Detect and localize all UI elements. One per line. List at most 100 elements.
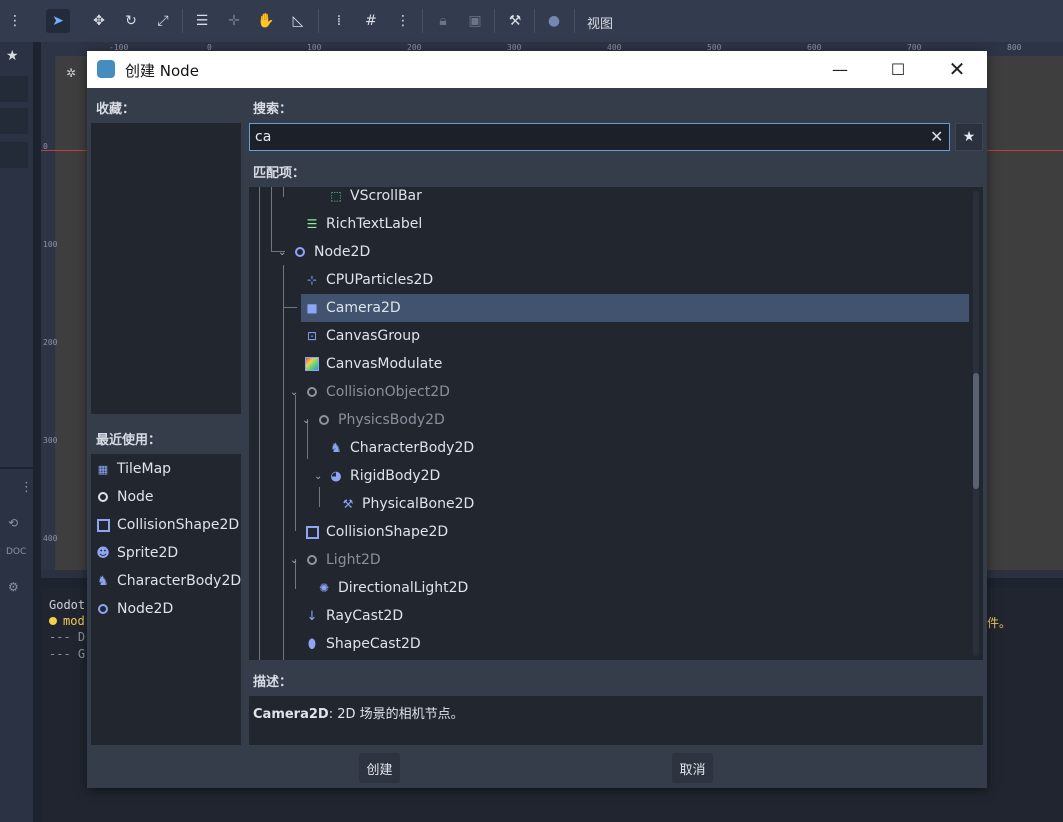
pivot-icon[interactable]: ✛ bbox=[222, 9, 246, 33]
toolbar-separator bbox=[534, 9, 535, 33]
physics-body-icon bbox=[319, 415, 329, 425]
collapse-caret-icon[interactable]: ⌄ bbox=[314, 471, 322, 482]
search-input[interactable] bbox=[250, 124, 930, 150]
star-icon[interactable]: ★ bbox=[6, 48, 19, 64]
close-icon[interactable]: ✕ bbox=[937, 57, 977, 81]
tree-item-node2d[interactable]: Node2D bbox=[293, 238, 370, 266]
tree-scrollbar-thumb[interactable] bbox=[973, 373, 979, 489]
directional-light-icon: ✺ bbox=[318, 581, 330, 595]
collapse-caret-icon[interactable]: ⌄ bbox=[290, 387, 298, 398]
recent-item[interactable]: Node2D bbox=[96, 595, 173, 623]
create-button[interactable]: 创建 bbox=[359, 753, 400, 783]
cancel-button[interactable]: 取消 bbox=[672, 753, 713, 783]
dock-tab[interactable] bbox=[0, 76, 28, 102]
tree-item-label: CPUParticles2D bbox=[326, 272, 434, 288]
ruler-icon[interactable]: ◺ bbox=[286, 9, 310, 33]
tree-item-rigidbody2d[interactable]: ◕ RigidBody2D bbox=[329, 462, 440, 490]
tools-icon[interactable]: ⚙ bbox=[8, 580, 19, 594]
tree-item-vscrollbar[interactable]: ⬚ VScrollBar bbox=[329, 187, 422, 210]
tree-item-canvasgroup[interactable]: ⊡ CanvasGroup bbox=[305, 322, 420, 350]
bone-icon[interactable]: ⚒ bbox=[503, 9, 527, 33]
tree-item-raycast2d[interactable]: ↓ RayCast2D bbox=[305, 602, 404, 630]
output-line: --- G bbox=[49, 647, 86, 661]
tree-item-label: RigidBody2D bbox=[350, 468, 441, 484]
tree-item-characterbody2d[interactable]: ♞ CharacterBody2D bbox=[329, 434, 474, 462]
favorite-star-icon[interactable]: ★ bbox=[955, 123, 983, 151]
tree-item-label: Light2D bbox=[326, 552, 381, 568]
rigid-body-icon: ◕ bbox=[330, 468, 342, 484]
tree-guide-line bbox=[283, 187, 284, 197]
recent-item-label: Node2D bbox=[117, 601, 174, 617]
lock-icon[interactable]: 🔒︎ bbox=[431, 9, 455, 33]
favorites-label: 收藏： bbox=[96, 102, 136, 117]
description-panel: Camera2D: 2D 场景的相机节点。 bbox=[249, 696, 983, 745]
tree-item-label: CharacterBody2D bbox=[350, 440, 475, 456]
tree-item-collisionobject2d[interactable]: CollisionObject2D bbox=[305, 378, 450, 406]
description-label: 描述： bbox=[253, 675, 293, 690]
favorites-list[interactable] bbox=[91, 123, 241, 414]
recent-list[interactable]: ▦ TileMap Node CollisionShape2D ☻ Sprite… bbox=[91, 454, 241, 745]
recent-item[interactable]: ▦ TileMap bbox=[96, 455, 171, 483]
clear-search-icon[interactable]: ✕ bbox=[930, 127, 943, 146]
menu-dots-icon[interactable]: ⋮ bbox=[3, 9, 27, 33]
tree-item-richtextlabel[interactable]: ☰ RichTextLabel bbox=[305, 210, 423, 238]
matches-tree[interactable]: ⬚ VScrollBar ☰ RichTextLabel ⌄ Node2D ⊹ … bbox=[249, 187, 983, 660]
collision-object-icon bbox=[307, 387, 317, 397]
tree-item-cpuparticles2d[interactable]: ⊹ CPUParticles2D bbox=[305, 266, 433, 294]
dock-divider bbox=[0, 467, 33, 469]
tree-item-shapecast2d[interactable]: ⬮ ShapeCast2D bbox=[305, 630, 421, 658]
recent-item-label: CharacterBody2D bbox=[117, 573, 242, 589]
rotate-mode-icon[interactable]: ↻ bbox=[119, 9, 143, 33]
collapse-caret-icon[interactable]: ⌄ bbox=[278, 247, 286, 258]
minimize-icon[interactable]: — bbox=[820, 57, 860, 81]
search-field[interactable]: ✕ bbox=[249, 123, 950, 151]
snap-icon[interactable]: ⁞ bbox=[327, 9, 351, 33]
recent-item[interactable]: ♞ CharacterBody2D bbox=[96, 567, 241, 595]
history-icon[interactable]: ⟲ bbox=[8, 516, 18, 530]
tree-item-directionallight2d[interactable]: ✺ DirectionalLight2D bbox=[317, 574, 468, 602]
list-select-icon[interactable]: ☰ bbox=[190, 9, 214, 33]
recent-item[interactable]: CollisionShape2D bbox=[96, 511, 239, 539]
cpu-particles-icon: ⊹ bbox=[306, 273, 318, 287]
move-mode-icon[interactable]: ✥ bbox=[87, 9, 111, 33]
tree-item-collisionshape2d[interactable]: CollisionShape2D bbox=[305, 518, 448, 546]
ruler-left: 0 100 200 300 400 bbox=[41, 42, 58, 576]
tree-item-canvasmodulate[interactable]: CanvasModulate bbox=[305, 350, 442, 378]
collapse-caret-icon[interactable]: ⌄ bbox=[290, 555, 298, 566]
tree-scrollbar[interactable] bbox=[973, 191, 979, 656]
ruler-tick: 200 bbox=[43, 338, 58, 347]
more-dots-icon[interactable]: ⋮ bbox=[391, 9, 415, 33]
scale-mode-icon[interactable]: ⤢ bbox=[151, 9, 175, 33]
tree-item-label: RayCast2D bbox=[326, 608, 404, 624]
tree-item-physicalbone2d[interactable]: ⚒ PhysicalBone2D bbox=[341, 490, 475, 518]
description-name: Camera2D bbox=[253, 707, 329, 722]
dialog-titlebar[interactable]: 创建 Node — ☐ ✕ bbox=[87, 51, 987, 88]
tree-item-camera2d[interactable]: ■ Camera2D bbox=[301, 294, 969, 322]
tree-guide-line bbox=[295, 395, 296, 531]
grid-icon[interactable]: # bbox=[359, 9, 383, 33]
ruler-tick: 300 bbox=[43, 436, 58, 445]
collapse-caret-icon[interactable]: ⌄ bbox=[302, 415, 310, 426]
create-node-dialog: 创建 Node — ☐ ✕ 收藏： 最近使用： ▦ TileMap Node C… bbox=[87, 51, 987, 788]
recent-item[interactable]: ☻ Sprite2D bbox=[96, 539, 178, 567]
viewport-settings-icon[interactable]: ✲ bbox=[66, 66, 76, 80]
camera-override-icon[interactable]: ● bbox=[542, 9, 566, 33]
select-mode-icon[interactable]: ➤ bbox=[46, 9, 70, 33]
pan-hand-icon[interactable]: ✋ bbox=[254, 9, 278, 33]
doc-icon[interactable]: DOC bbox=[6, 547, 26, 557]
maximize-icon[interactable]: ☐ bbox=[878, 57, 918, 81]
node2d-icon bbox=[295, 247, 305, 257]
recent-item-label: Node bbox=[117, 489, 154, 505]
ruler-tick: 400 bbox=[43, 534, 58, 543]
tree-item-physicsbody2d[interactable]: PhysicsBody2D bbox=[317, 406, 445, 434]
toolbar-separator bbox=[422, 9, 423, 33]
dock-tab[interactable] bbox=[0, 108, 28, 134]
tree-guide-line bbox=[319, 487, 320, 507]
output-line: --- D bbox=[49, 630, 86, 644]
dock-dots-icon[interactable]: ⋮ bbox=[20, 480, 33, 495]
view-menu[interactable]: 视图 bbox=[587, 13, 613, 32]
dock-tab[interactable] bbox=[0, 142, 28, 168]
recent-item[interactable]: Node bbox=[96, 483, 154, 511]
group-icon[interactable]: ▣ bbox=[463, 9, 487, 33]
tree-item-light2d[interactable]: Light2D bbox=[305, 546, 381, 574]
